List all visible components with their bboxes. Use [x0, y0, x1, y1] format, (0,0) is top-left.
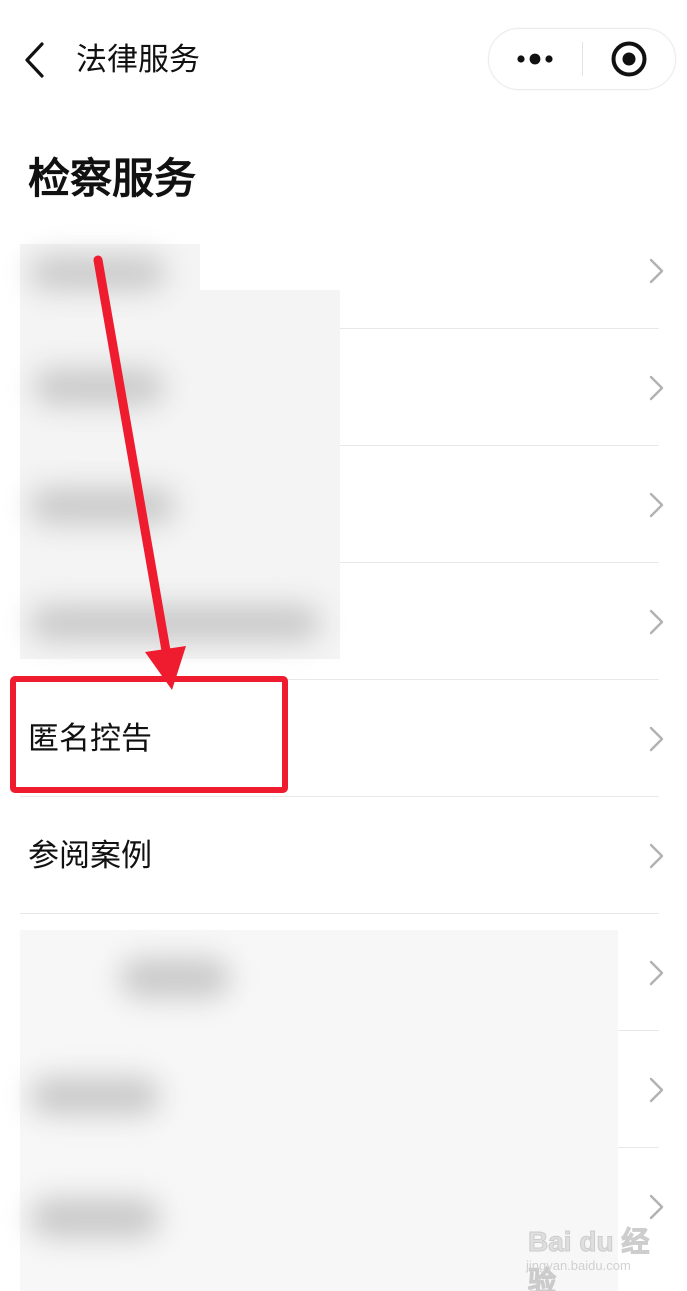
mini-program-capsule — [488, 28, 676, 90]
list-item-label: 匿名控告 — [28, 720, 152, 757]
blur-block — [20, 930, 618, 1031]
chevron-right-icon — [649, 375, 664, 400]
section-title: 检察服务 — [28, 154, 197, 203]
more-button[interactable] — [489, 29, 582, 89]
more-dots-icon — [517, 53, 553, 65]
chevron-right-icon — [649, 258, 664, 283]
list-item-obscured[interactable] — [0, 329, 687, 446]
chevron-right-icon — [649, 843, 664, 868]
list-item-obscured[interactable] — [0, 212, 687, 330]
list-item-label: 参阅案例 — [28, 837, 152, 874]
list-item-reference-cases[interactable]: 参阅案例 — [0, 797, 687, 914]
chevron-right-icon — [649, 1194, 664, 1219]
chevron-left-icon — [25, 42, 44, 78]
target-circle-icon — [611, 41, 647, 77]
list-item-obscured[interactable] — [0, 563, 687, 680]
chevron-right-icon — [649, 960, 664, 985]
blurred-label — [30, 1198, 160, 1238]
list-item-obscured[interactable] — [0, 446, 687, 563]
close-button[interactable] — [583, 29, 676, 89]
list-item-obscured[interactable] — [0, 1031, 687, 1148]
blur-block — [20, 290, 340, 330]
blurred-label — [30, 488, 175, 524]
blurred-label — [30, 1077, 160, 1115]
navigation-bar: 法律服务 — [0, 0, 687, 118]
page-title: 法律服务 — [76, 42, 200, 78]
list-item-obscured[interactable] — [0, 914, 687, 1031]
chevron-right-icon — [649, 609, 664, 634]
list-item-anonymous-complaint[interactable]: 匿名控告 — [0, 680, 687, 797]
chevron-right-icon — [649, 1077, 664, 1102]
back-button[interactable] — [14, 36, 54, 84]
blurred-label — [30, 605, 320, 641]
list-item-obscured[interactable] — [0, 1148, 687, 1291]
blurred-label — [120, 958, 230, 998]
chevron-right-icon — [649, 492, 664, 517]
chevron-right-icon — [649, 726, 664, 751]
blurred-label — [34, 369, 164, 405]
blurred-label — [30, 256, 165, 290]
